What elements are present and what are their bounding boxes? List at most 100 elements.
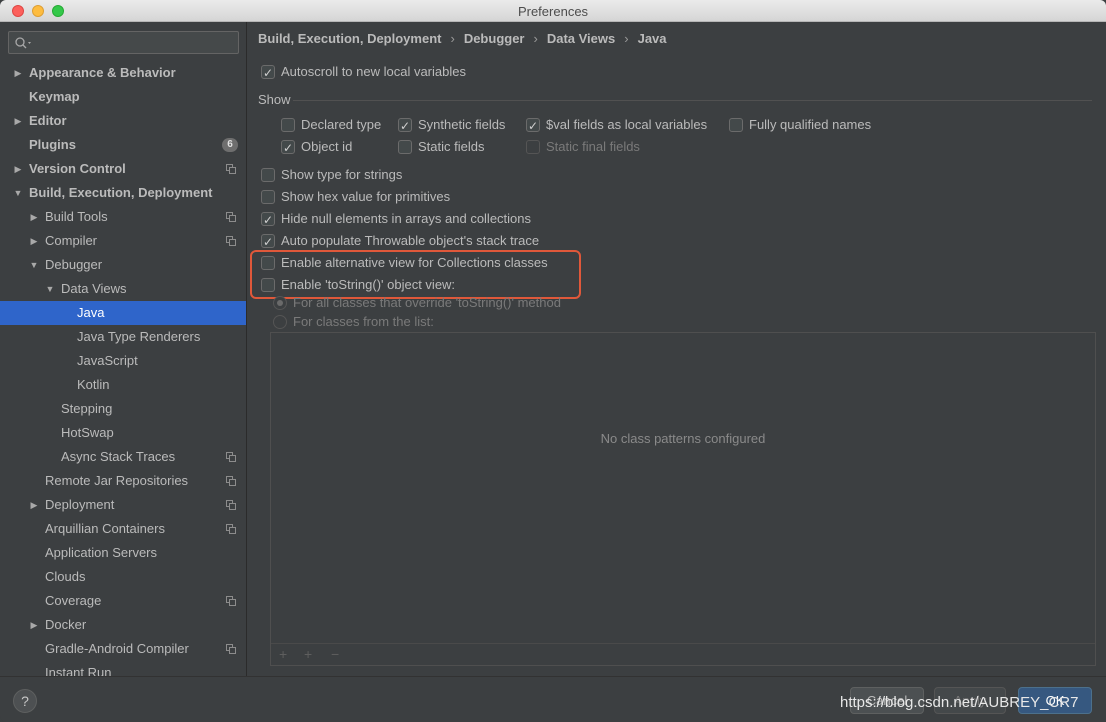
- auto-populate-label: Auto populate Throwable object's stack t…: [281, 233, 540, 248]
- chevron-right-icon[interactable]: ▶: [28, 205, 40, 229]
- show-group-divider: [293, 100, 1092, 101]
- sidebar-item[interactable]: Kotlin: [0, 373, 246, 397]
- tostring-all-radio: [273, 296, 287, 310]
- hide-null-checkbox[interactable]: [261, 210, 275, 230]
- val-fields-checkbox[interactable]: [526, 116, 540, 136]
- chevron-right-icon[interactable]: ▶: [28, 493, 40, 517]
- sidebar-item-label: HotSwap: [61, 425, 114, 440]
- sidebar-item-label: Keymap: [29, 89, 80, 104]
- sidebar-item[interactable]: Stepping: [0, 397, 246, 421]
- sidebar-item-label: JavaScript: [77, 353, 138, 368]
- fully-qualified-label: Fully qualified names: [749, 117, 872, 132]
- sidebar-item[interactable]: HotSwap: [0, 421, 246, 445]
- auto-populate-checkbox[interactable]: [261, 232, 275, 252]
- sidebar-item[interactable]: Keymap: [0, 85, 246, 109]
- sidebar-item-label: Kotlin: [77, 377, 110, 392]
- tostring-all-label: For all classes that override 'toString(…: [293, 295, 561, 310]
- sidebar-item[interactable]: ▼ Build, Execution, Deployment: [0, 181, 246, 205]
- project-settings-icon: [226, 524, 236, 534]
- sidebar-item[interactable]: Arquillian Containers: [0, 517, 246, 541]
- chevron-down-icon[interactable]: ▼: [12, 181, 24, 205]
- project-settings-icon: [226, 596, 236, 606]
- sidebar-item-label: Build Tools: [45, 209, 108, 224]
- hex-primitives-checkbox[interactable]: [261, 190, 275, 204]
- plugins-count-badge: 6: [222, 138, 238, 152]
- sidebar-item-label: Java: [77, 305, 105, 320]
- breadcrumb-separator: ›: [533, 31, 538, 46]
- sidebar-item[interactable]: Application Servers: [0, 541, 246, 565]
- declared-type-checkbox[interactable]: [281, 118, 295, 132]
- class-patterns-list: No class patterns configured + + −: [270, 332, 1096, 666]
- declared-type-label: Declared type: [301, 117, 382, 132]
- sidebar-item[interactable]: Clouds: [0, 565, 246, 589]
- remove-icon: −: [331, 646, 340, 662]
- chevron-right-icon[interactable]: ▶: [12, 109, 24, 133]
- title-bar: Preferences: [0, 0, 1106, 22]
- tostring-list-label: For classes from the list:: [293, 314, 434, 329]
- highlight-annotation-box: [250, 250, 581, 299]
- sidebar-item[interactable]: Plugins 6: [0, 133, 246, 157]
- val-fields-label: $val fields as local variables: [546, 117, 708, 132]
- chevron-down-icon[interactable]: ▼: [44, 277, 56, 301]
- sidebar-item-label: Docker: [45, 617, 87, 632]
- sidebar-item[interactable]: Async Stack Traces: [0, 445, 246, 469]
- fully-qualified-checkbox[interactable]: [729, 118, 743, 132]
- breadcrumb: Build, Execution, Deployment › Debugger › Da…: [258, 31, 667, 49]
- synthetic-fields-checkbox[interactable]: [398, 116, 412, 136]
- preferences-window: Preferences ▶ Appearance & Behavior Keymap…: [0, 0, 1106, 722]
- project-settings-icon: [226, 476, 236, 486]
- chevron-down-icon[interactable]: ▼: [28, 253, 40, 277]
- sidebar-item-label: Editor: [29, 113, 67, 128]
- chevron-right-icon[interactable]: ▶: [28, 229, 40, 253]
- sidebar-item[interactable]: ▶ Build Tools: [0, 205, 246, 229]
- sidebar-item[interactable]: ▶ Compiler: [0, 229, 246, 253]
- chevron-right-icon[interactable]: ▶: [12, 157, 24, 181]
- sidebar-item[interactable]: Java: [0, 301, 246, 325]
- sidebar-item[interactable]: ▶ Deployment: [0, 493, 246, 517]
- breadcrumb-item: Debugger: [463, 31, 525, 46]
- type-for-strings-label: Show type for strings: [281, 167, 403, 182]
- sidebar-item[interactable]: Java Type Renderers: [0, 325, 246, 349]
- patterns-toolbar: + + −: [271, 643, 1095, 665]
- static-final-fields-checkbox: [526, 140, 540, 154]
- chevron-right-icon[interactable]: ▶: [28, 613, 40, 637]
- project-settings-icon: [226, 164, 236, 174]
- sidebar-item-label: Version Control: [29, 161, 126, 176]
- sidebar-item[interactable]: Instant Run: [0, 661, 246, 676]
- sidebar-item[interactable]: ▼ Debugger: [0, 253, 246, 277]
- sidebar-item-label: Appearance & Behavior: [29, 65, 176, 80]
- sidebar-item[interactable]: ▶ Editor: [0, 109, 246, 133]
- sidebar-item[interactable]: ▶ Appearance & Behavior: [0, 61, 246, 85]
- sidebar-item-label: Gradle-Android Compiler: [45, 641, 189, 656]
- hide-null-label: Hide null elements in arrays and collect…: [281, 211, 532, 226]
- hex-primitives-label: Show hex value for primitives: [281, 189, 451, 204]
- autoscroll-checkbox[interactable]: [261, 63, 275, 83]
- static-fields-checkbox[interactable]: [398, 140, 412, 154]
- sidebar-item[interactable]: ▶ Version Control: [0, 157, 246, 181]
- sidebar-item[interactable]: ▶ Docker: [0, 613, 246, 637]
- autoscroll-label: Autoscroll to new local variables: [281, 64, 466, 79]
- project-settings-icon: [226, 500, 236, 510]
- sidebar-item[interactable]: ▼ Data Views: [0, 277, 246, 301]
- sidebar-item[interactable]: JavaScript: [0, 349, 246, 373]
- dialog-footer: ? Cancel Apply OK https://blog.csdn.net/…: [0, 676, 1106, 722]
- help-button[interactable]: ?: [13, 689, 37, 713]
- object-id-label: Object id: [301, 139, 353, 154]
- breadcrumb-separator: ›: [450, 31, 455, 46]
- sidebar-item[interactable]: Remote Jar Repositories: [0, 469, 246, 493]
- add-pattern-icon: +: [304, 646, 313, 662]
- sidebar-item-label: Async Stack Traces: [61, 449, 176, 464]
- project-settings-icon: [226, 212, 236, 222]
- watermark-text: https://blog.csdn.net/AUBREY_CR7: [840, 694, 1079, 711]
- sidebar-item[interactable]: Coverage: [0, 589, 246, 613]
- search-icon: [15, 37, 31, 49]
- empty-patterns-text: No class patterns configured: [600, 431, 766, 446]
- type-for-strings-checkbox[interactable]: [261, 168, 275, 182]
- settings-search-input[interactable]: [8, 31, 239, 54]
- sidebar-item-label: Build, Execution, Deployment: [29, 185, 213, 200]
- object-id-checkbox[interactable]: [281, 138, 295, 158]
- sidebar-item[interactable]: Gradle-Android Compiler: [0, 637, 246, 661]
- sidebar-item-label: Plugins: [29, 137, 76, 152]
- sidebar-item-label: Java Type Renderers: [77, 329, 201, 344]
- chevron-right-icon[interactable]: ▶: [12, 61, 24, 85]
